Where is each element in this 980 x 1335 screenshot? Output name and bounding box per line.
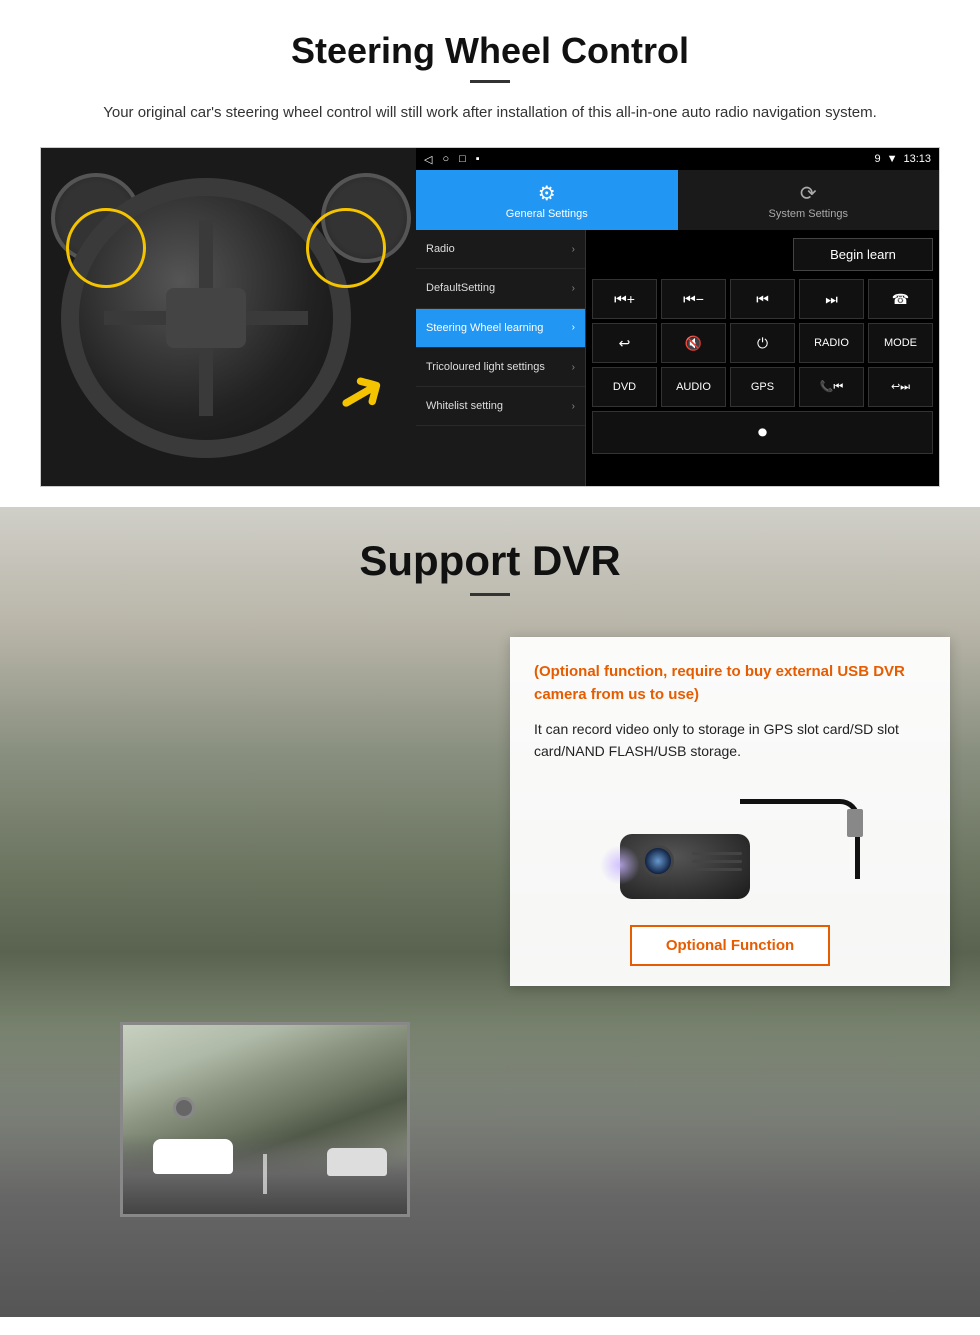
next-track-button[interactable]: ⏭ <box>799 279 864 319</box>
tab-system-settings[interactable]: ⟳ System Settings <box>678 170 940 230</box>
android-panel: ◁ ○ □ ▪ 9 ▼ 13:13 ⚙ General Settings <box>416 148 939 486</box>
chevron-icon: › <box>572 322 575 333</box>
chevron-icon: › <box>572 244 575 255</box>
camera-lens <box>642 845 674 877</box>
power-button[interactable]: ⏻ <box>730 323 795 363</box>
camera-light-burst <box>600 845 640 885</box>
optional-function-button[interactable]: Optional Function <box>630 925 830 966</box>
tab-general-settings[interactable]: ⚙ General Settings <box>416 170 678 230</box>
statusbar-info: 9 ▼ 13:13 <box>874 153 931 165</box>
phone-prev-button[interactable]: 📞⏮ <box>799 367 864 407</box>
control-buttons-panel: Begin learn ⏮+ ⏮− ⏮ ⏭ ☎ ↩ 🔇 ⏻ <box>586 230 939 486</box>
back-next-button[interactable]: ↩⏭ <box>868 367 933 407</box>
prev-track-button[interactable]: ⏮ <box>730 279 795 319</box>
dvr-title-wrap: Support DVR <box>0 507 980 596</box>
nav-menu-icon[interactable]: ▪ <box>476 153 480 166</box>
system-icon: ⟳ <box>800 181 817 206</box>
dvr-title: Support DVR <box>0 537 980 585</box>
thumb-car-2 <box>327 1148 387 1176</box>
radio-button[interactable]: RADIO <box>799 323 864 363</box>
nav-recent-icon[interactable]: □ <box>459 153 466 166</box>
control-row-3: DVD AUDIO GPS 📞⏮ ↩⏭ <box>592 367 933 407</box>
title-divider-1 <box>470 80 510 83</box>
signal-icon: 9 <box>874 153 880 165</box>
wifi-icon: ▼ <box>887 153 898 165</box>
begin-learn-area: Begin learn <box>592 238 933 271</box>
dvd-button[interactable]: DVD <box>592 367 657 407</box>
usb-connector <box>847 809 863 837</box>
control-row-1: ⏮+ ⏮− ⏮ ⏭ ☎ <box>592 279 933 319</box>
dvr-body-text: It can record video only to storage in G… <box>534 718 926 763</box>
thumb-car-1 <box>153 1139 233 1174</box>
chevron-icon: › <box>572 362 575 373</box>
control-row-4: ⏺ <box>592 411 933 454</box>
android-statusbar: ◁ ○ □ ▪ 9 ▼ 13:13 <box>416 148 939 170</box>
camera-vent <box>692 842 742 882</box>
clock: 13:13 <box>903 153 931 165</box>
steering-demo: ➜ ◁ ○ □ ▪ 9 ▼ 13:13 ⚙ <box>40 147 940 487</box>
dvr-camera <box>600 779 860 909</box>
control-row-2: ↩ 🔇 ⏻ RADIO MODE <box>592 323 933 363</box>
phone-button[interactable]: ☎ <box>868 279 933 319</box>
vent-line-1 <box>692 852 742 855</box>
thumb-spare-tire <box>173 1097 195 1119</box>
dvr-camera-illustration <box>534 779 926 909</box>
mute-button[interactable]: 🔇 <box>661 323 726 363</box>
tab-general-label: General Settings <box>506 208 588 220</box>
record-button[interactable]: ⏺ <box>592 411 933 454</box>
nav-home-icon[interactable]: ○ <box>442 153 449 166</box>
wheel-hub <box>166 288 246 348</box>
highlight-circle-left <box>66 208 146 288</box>
android-tabs: ⚙ General Settings ⟳ System Settings <box>416 170 939 230</box>
menu-item-whitelist[interactable]: Whitelist setting › <box>416 387 585 426</box>
android-content: Radio › DefaultSetting › Steering Wheel … <box>416 230 939 486</box>
thumb-road-scene <box>123 1025 407 1214</box>
vent-line-3 <box>692 868 742 871</box>
title-divider-2 <box>470 593 510 596</box>
begin-learn-button[interactable]: Begin learn <box>793 238 933 271</box>
chevron-icon: › <box>572 401 575 412</box>
dvr-optional-text: (Optional function, require to buy exter… <box>534 661 926 706</box>
vent-line-2 <box>692 860 742 863</box>
statusbar-nav: ◁ ○ □ ▪ <box>424 153 480 166</box>
steering-section: Steering Wheel Control Your original car… <box>0 0 980 507</box>
steering-subtitle: Your original car's steering wheel contr… <box>60 101 920 125</box>
mode-button[interactable]: MODE <box>868 323 933 363</box>
gear-icon: ⚙ <box>538 181 556 206</box>
tab-system-label: System Settings <box>769 208 848 220</box>
audio-button[interactable]: AUDIO <box>661 367 726 407</box>
dvr-info-card: (Optional function, require to buy exter… <box>510 637 950 986</box>
dvr-footage-thumbnail <box>120 1022 410 1217</box>
android-menu: Radio › DefaultSetting › Steering Wheel … <box>416 230 586 486</box>
highlight-circle-right <box>306 208 386 288</box>
hang-up-button[interactable]: ↩ <box>592 323 657 363</box>
vol-up-button[interactable]: ⏮+ <box>592 279 657 319</box>
vol-down-button[interactable]: ⏮− <box>661 279 726 319</box>
menu-item-tricoloured-light[interactable]: Tricoloured light settings › <box>416 348 585 387</box>
camera-cable <box>740 799 860 879</box>
nav-back-icon[interactable]: ◁ <box>424 153 432 166</box>
gps-button[interactable]: GPS <box>730 367 795 407</box>
menu-item-default-setting[interactable]: DefaultSetting › <box>416 269 585 308</box>
menu-item-steering-wheel-learning[interactable]: Steering Wheel learning › <box>416 309 585 348</box>
thumb-road-line <box>263 1154 267 1194</box>
dvr-section: Support DVR (Optional function, require … <box>0 507 980 1317</box>
steering-title: Steering Wheel Control <box>40 30 940 72</box>
menu-item-radio[interactable]: Radio › <box>416 230 585 269</box>
steering-photo: ➜ <box>41 148 416 487</box>
chevron-icon: › <box>572 283 575 294</box>
